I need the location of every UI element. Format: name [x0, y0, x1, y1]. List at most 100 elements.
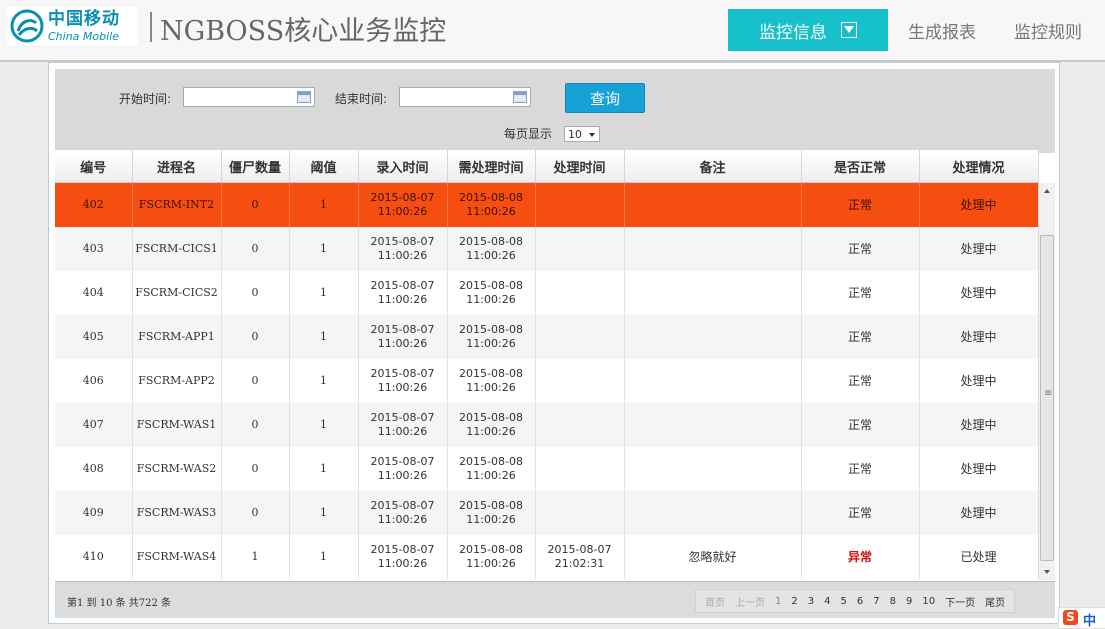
table-header-row: 编号 进程名 僵尸数量 阈值 录入时间 需处理时间 处理时间 备注 是否正常 处…: [55, 150, 1039, 183]
cell-id: 404: [55, 271, 133, 315]
cell-process: FSCRM-INT2: [132, 182, 222, 227]
main-panel: 开始时间: 结束时间: 查询 每页显示 10 编号 进程名 僵尸数量 阈值 录入…: [48, 62, 1060, 624]
chevron-down-icon: [589, 133, 595, 137]
nav-monitor-info-label: 监控信息: [759, 22, 827, 43]
scroll-up-arrow-icon[interactable]: [1044, 189, 1050, 193]
start-time-input[interactable]: [183, 87, 315, 107]
table-row[interactable]: 410 FSCRM-WAS4 1 1 2015-08-07 11:00:26 2015-08…: [55, 535, 1039, 579]
cell-handled-time: [535, 227, 625, 271]
cell-process: FSCRM-WAS4: [132, 535, 222, 579]
pager-page-3[interactable]: 3: [803, 596, 819, 607]
cell-threshold: 1: [289, 403, 359, 447]
cell-status: 已处理: [919, 535, 1039, 579]
cell-remark: [624, 359, 802, 403]
nav-monitor-rules[interactable]: 监控规则: [1014, 18, 1082, 43]
cell-id: 402: [55, 182, 133, 227]
table-row[interactable]: 405 FSCRM-APP1 0 1 2015-08-07 11:00:26 2015-08…: [55, 315, 1039, 359]
pager-last-button[interactable]: 尾页: [980, 594, 1010, 609]
end-time-input[interactable]: [399, 87, 531, 107]
cell-status: 处理中: [919, 359, 1039, 403]
col-header-remark[interactable]: 备注: [624, 150, 802, 183]
col-header-due-time[interactable]: 需处理时间: [447, 150, 536, 183]
cell-status: 处理中: [919, 447, 1039, 491]
cell-normal: 正常: [801, 447, 920, 491]
cell-status: 处理中: [919, 182, 1039, 227]
table-scrollbar[interactable]: [1038, 183, 1055, 580]
ime-indicator[interactable]: S 中: [1058, 607, 1105, 629]
cell-id: 403: [55, 227, 133, 271]
cell-entry-time: 2015-08-07 11:00:26: [358, 182, 448, 227]
table-row[interactable]: 404 FSCRM-CICS2 0 1 2015-08-07 11:00:26 2015-0…: [55, 271, 1039, 315]
pager-page-9[interactable]: 9: [901, 596, 917, 607]
cell-normal: 正常: [801, 491, 920, 535]
cell-id: 408: [55, 447, 133, 491]
cell-process: FSCRM-WAS2: [132, 447, 222, 491]
cell-zombies: 0: [221, 271, 290, 315]
cell-normal: 正常: [801, 227, 920, 271]
pager-page-2[interactable]: 2: [786, 596, 802, 607]
ime-mode-label: 中: [1083, 614, 1097, 629]
col-header-process[interactable]: 进程名: [132, 150, 222, 183]
col-header-handled-time[interactable]: 处理时间: [535, 150, 625, 183]
cell-due-time: 2015-08-08 11:00:26: [447, 315, 536, 359]
table-row[interactable]: 403 FSCRM-CICS1 0 1 2015-08-07 11:00:26 2015-0…: [55, 227, 1039, 271]
cell-handled-time: [535, 491, 625, 535]
dropdown-arrow-icon[interactable]: [841, 22, 857, 38]
cell-id: 407: [55, 403, 133, 447]
cell-remark: [624, 271, 802, 315]
col-header-status[interactable]: 处理情况: [919, 150, 1039, 183]
table-row[interactable]: 408 FSCRM-WAS2 0 1 2015-08-07 11:00:26 2015-08…: [55, 447, 1039, 491]
cell-normal: 异常: [801, 535, 920, 579]
cell-zombies: 1: [221, 535, 290, 579]
col-header-zombies[interactable]: 僵尸数量: [221, 150, 290, 183]
col-header-normal[interactable]: 是否正常: [801, 150, 920, 183]
pager-page-5[interactable]: 5: [836, 596, 852, 607]
cell-id: 409: [55, 491, 133, 535]
cell-zombies: 0: [221, 491, 290, 535]
pager-next-button[interactable]: 下一页: [940, 594, 980, 609]
cell-remark: [624, 315, 802, 359]
query-button[interactable]: 查询: [565, 83, 645, 113]
pager-page-1[interactable]: 1: [770, 596, 786, 607]
nav-monitor-info[interactable]: 监控信息: [728, 9, 888, 51]
scrollbar-thumb[interactable]: [1040, 235, 1054, 561]
sogou-ime-icon: S: [1063, 610, 1078, 625]
pager-page-6[interactable]: 6: [852, 596, 868, 607]
cell-id: 406: [55, 359, 133, 403]
cell-zombies: 0: [221, 403, 290, 447]
pager-page-8[interactable]: 8: [885, 596, 901, 607]
table-row[interactable]: 402 FSCRM-INT2 0 1 2015-08-07 11:00:26 2015-08…: [55, 182, 1039, 227]
col-header-threshold[interactable]: 阈值: [289, 150, 359, 183]
pagination: 首页 上一页 1 2 3 4 5 6 7 8 9 10 下一页 尾页: [695, 589, 1016, 613]
cell-handled-time: [535, 359, 625, 403]
filter-bar: 开始时间: 结束时间: 查询 每页显示 10: [55, 69, 1055, 153]
scroll-down-arrow-icon[interactable]: [1044, 570, 1050, 574]
col-header-id[interactable]: 编号: [55, 150, 133, 183]
cell-entry-time: 2015-08-07 11:00:26: [358, 359, 448, 403]
cell-handled-time: [535, 403, 625, 447]
cell-due-time: 2015-08-08 11:00:26: [447, 227, 536, 271]
col-header-entry-time[interactable]: 录入时间: [358, 150, 448, 183]
pager-page-4[interactable]: 4: [819, 596, 835, 607]
pager-page-10[interactable]: 10: [917, 596, 940, 607]
calendar-icon[interactable]: [297, 91, 311, 103]
cell-process: FSCRM-APP1: [132, 315, 222, 359]
record-total: 第1 到 10 条 共722 条: [67, 598, 172, 609]
table-row[interactable]: 407 FSCRM-WAS1 0 1 2015-08-07 11:00:26 2015-08…: [55, 403, 1039, 447]
nav-generate-report[interactable]: 生成报表: [908, 18, 976, 43]
page-title: NGBOSS核心业务监控: [160, 16, 447, 47]
calendar-icon[interactable]: [513, 91, 527, 103]
table-footer: 第1 到 10 条 共722 条 首页 上一页 1 2 3 4 5 6 7 8 9 10 下一页 尾页: [55, 581, 1055, 618]
cell-threshold: 1: [289, 227, 359, 271]
pager-prev-button[interactable]: 上一页: [730, 594, 770, 609]
cell-status: 处理中: [919, 315, 1039, 359]
pager-first-button[interactable]: 首页: [700, 594, 730, 609]
table-row[interactable]: 409 FSCRM-WAS3 0 1 2015-08-07 11:00:26 2015-08…: [55, 491, 1039, 535]
cell-threshold: 1: [289, 447, 359, 491]
pager-page-7[interactable]: 7: [868, 596, 884, 607]
per-page-select[interactable]: 10: [564, 126, 600, 142]
cell-entry-time: 2015-08-07 11:00:26: [358, 491, 448, 535]
table-row[interactable]: 406 FSCRM-APP2 0 1 2015-08-07 11:00:26 2015-08…: [55, 359, 1039, 403]
china-mobile-logo: 中国移动 China Mobile: [7, 7, 138, 45]
cell-status: 处理中: [919, 491, 1039, 535]
